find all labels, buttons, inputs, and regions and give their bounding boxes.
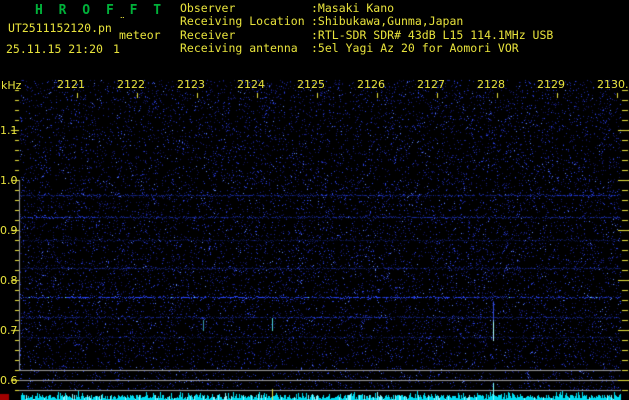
metadata-value: :Shibukawa,Gunma,Japan [311,14,464,29]
time-tick-label: 2124 [237,78,265,91]
metadata-row: Receiving antenna :5el Yagi Az 20 for Ao… [180,40,553,55]
metadata-row: Observer :Masaki Kano [180,1,553,15]
metadata-value: :Masaki Kano [311,1,395,15]
hrofft-window: H R O F F T UT2511152120.pn ¨ meteor 25.… [0,0,629,400]
time-tick-label: 2129 [537,78,565,91]
filename-label: UT2511152120.pn [8,21,112,35]
metadata-row: Receiver :RTL-SDR SDR# 43dB L15 114.1MHz… [180,27,554,42]
time-tick-label: 2122 [117,78,145,91]
time-tick-label: 2127 [417,78,445,91]
meteor-label: meteor [119,28,161,42]
time-tick-label: 2121 [57,78,85,91]
freq-tick-label: 1.1 [0,124,18,137]
time-tick-label: 2125 [297,78,325,91]
metadata-label: Receiving antenna [180,40,298,55]
metadata-fields: Observer :Masaki Kano Receiving Location… [180,1,554,55]
metadata-label: Observer [180,1,236,15]
spectrogram-canvas [0,78,629,400]
time-tick-label: 2130. [597,78,629,91]
freq-tick-label: 0.7 [0,324,18,337]
time-tick-label: 2123 [177,78,205,91]
metadata-row: Receiving Location :Shibukawa,Gunma,Japa… [180,14,553,29]
app-title: H R O F F T [35,3,166,18]
count-label: 1 [113,42,120,56]
metadata-label: Receiver [180,27,236,42]
freq-tick-label: 1.0 [0,174,18,187]
time-tick-label: 2126 [357,78,385,91]
metadata-value: :5el Yagi Az 20 for Aomori VOR [311,40,519,55]
freq-tick-label: 0.6 [0,374,18,387]
freq-tick-label: 0.8 [0,274,18,287]
filename-artifact: ¨ [119,15,126,28]
metadata-value: :RTL-SDR SDR# 43dB L15 114.1MHz USB [311,27,554,42]
freq-axis-unit: kHz [1,79,22,92]
metadata-label: Receiving Location [180,14,305,29]
freq-tick-label: 0.9 [0,224,18,237]
datetime-label: 25.11.15 21:20 [6,42,103,56]
time-tick-label: 2128 [477,78,505,91]
